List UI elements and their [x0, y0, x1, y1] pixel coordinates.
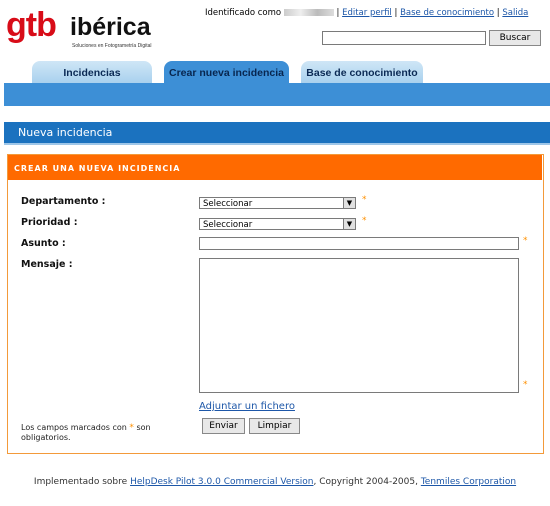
- logo-iberica-text: ibérica: [70, 13, 151, 41]
- chevron-down-icon: ▼: [343, 198, 355, 208]
- required-star: *: [362, 216, 367, 226]
- section-title: Nueva incidencia: [18, 126, 113, 139]
- username-redacted: [283, 9, 334, 16]
- form-heading-bar: CREAR UNA NUEVA INCIDENCIA: [8, 155, 542, 180]
- submit-button[interactable]: Enviar: [202, 418, 245, 434]
- message-label: Mensaje :: [21, 259, 73, 270]
- chevron-down-icon: ▼: [343, 219, 355, 229]
- subject-input[interactable]: [199, 237, 519, 250]
- gtb-iberica-logo[interactable]: gtb ibérica Soluciones en Fotogrametría …: [6, 6, 176, 49]
- search-input[interactable]: [322, 31, 486, 45]
- identified-as-label: Identificado como: [205, 8, 282, 18]
- priority-select-value: Seleccionar: [203, 220, 253, 230]
- required-star: *: [523, 380, 528, 390]
- department-select-value: Seleccionar: [203, 199, 253, 209]
- tenmiles-link[interactable]: Tenmiles Corporation: [421, 477, 516, 487]
- logo-gtb-text: gtb: [6, 6, 57, 44]
- required-star: *: [362, 195, 367, 205]
- user-links-bar: Identificado como | Editar perfil | Base…: [205, 8, 529, 18]
- footer-prefix: Implementado sobre: [33, 477, 128, 487]
- clear-button[interactable]: Limpiar: [249, 418, 300, 434]
- logo-tagline: Soluciones en Fotogrametría Digital: [72, 43, 152, 49]
- footer-copyright: , Copyright 2004-2005,: [313, 477, 418, 487]
- subject-label: Asunto :: [21, 238, 66, 249]
- tab-base-conocimiento[interactable]: Base de conocimiento: [301, 61, 423, 83]
- edit-profile-link[interactable]: Editar perfil: [342, 8, 392, 18]
- tab-incidencias[interactable]: Incidencias: [32, 61, 152, 83]
- message-textarea[interactable]: [199, 258, 519, 393]
- logout-link[interactable]: Salida: [502, 8, 528, 18]
- note-text-before: Los campos marcados con: [21, 423, 127, 432]
- priority-select[interactable]: Seleccionar ▼: [199, 218, 356, 230]
- attach-file-link[interactable]: Adjuntar un fichero: [199, 401, 295, 412]
- helpdesk-pilot-link[interactable]: HelpDesk Pilot 3.0.0 Commercial Version: [130, 477, 313, 487]
- required-star: *: [523, 236, 528, 246]
- required-star: *: [129, 423, 134, 433]
- section-divider: [4, 143, 550, 145]
- form-heading: CREAR UNA NUEVA INCIDENCIA: [14, 164, 181, 173]
- department-select[interactable]: Seleccionar ▼: [199, 197, 356, 209]
- section-header: Nueva incidencia: [4, 122, 550, 143]
- tab-crear-nueva-incidencia[interactable]: Crear nueva incidencia: [164, 61, 289, 83]
- priority-label: Prioridad :: [21, 217, 78, 228]
- search-button[interactable]: Buscar: [489, 30, 541, 46]
- nav-bar: [4, 83, 550, 106]
- required-fields-note: Los campos marcados con * son obligatori…: [21, 423, 191, 443]
- footer: Implementado sobre HelpDesk Pilot 3.0.0 …: [0, 477, 550, 488]
- knowledge-base-link[interactable]: Base de conocimiento: [400, 8, 494, 18]
- department-label: Departamento :: [21, 196, 106, 207]
